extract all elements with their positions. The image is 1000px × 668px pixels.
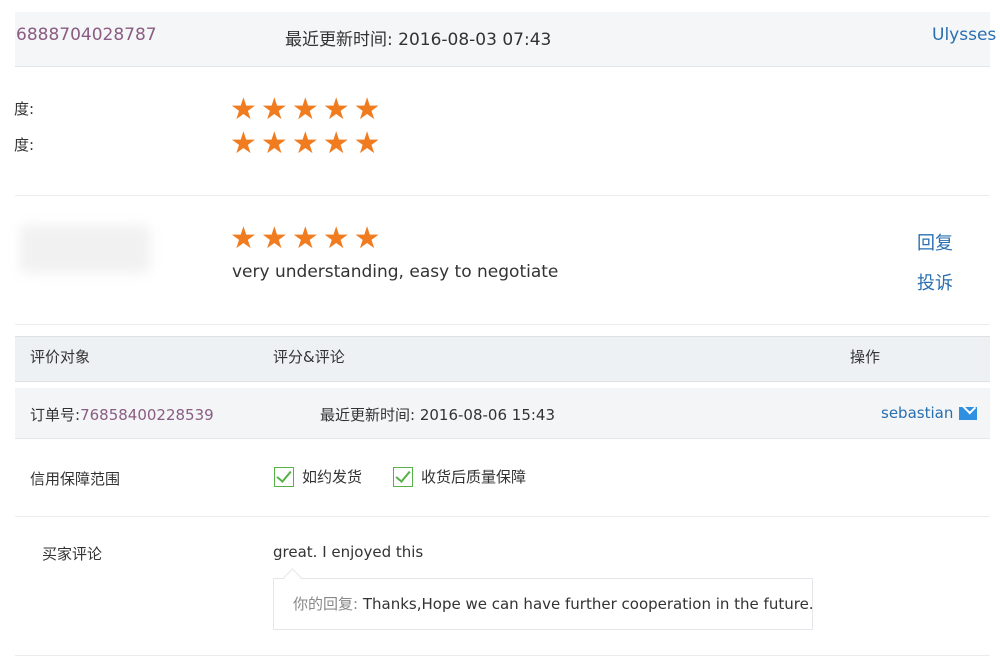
order-number: 订单号:76858400228539 [30,404,214,425]
seller-reply: 你的回复: Thanks,Hope we can have further co… [293,593,814,614]
column-header-target: 评价对象 [30,348,91,366]
last-updated-label: 最近更新时间: [285,30,393,50]
buyer-comment: great. I enjoyed this [273,543,424,561]
divider [15,655,990,656]
check-icon [274,466,294,487]
last-updated-value: 2016-08-03 07:43 [398,30,552,50]
divider [15,324,990,325]
column-header-rating: 评分&评论 [273,348,345,366]
guarantee-item-label: 收货后质量保障 [421,468,527,486]
star-icon: ★ [230,221,257,256]
star-icon: ★ [291,92,319,127]
column-header-actions: 操作 [850,348,881,366]
rating-label: 度: [14,136,35,154]
order-number-label: 订单号: [30,406,81,424]
reply-text: Thanks,Hope we can have further cooperat… [362,595,814,613]
last-updated-label: 最近更新时间: [320,406,416,424]
complain-link[interactable]: 投诉 [917,269,953,295]
guarantee-item: 收货后质量保障 [393,466,526,487]
star-icon: ★ [322,126,350,161]
check-icon [393,466,413,487]
star-rating: ★ ★ ★ ★ ★ [230,129,381,159]
buyer-contact[interactable]: sebastian [881,404,978,422]
buyer-name-link[interactable]: Ulysses [932,25,996,45]
divider [15,195,990,196]
guarantee-item: 如约发货 [274,466,362,487]
last-updated: 最近更新时间: 2016-08-03 07:43 [285,25,551,50]
reply-link[interactable]: 回复 [917,229,953,255]
star-icon: ★ [260,126,288,161]
star-rating: ★ ★ ★ ★ ★ [230,224,381,254]
star-icon: ★ [353,221,381,256]
star-rating: ★ ★ ★ ★ ★ [230,95,381,125]
star-icon: ★ [353,126,381,161]
blurred-buyer-info [20,225,150,273]
last-updated: 最近更新时间: 2016-08-06 15:43 [320,404,555,425]
star-icon: ★ [260,92,288,127]
guarantee-label: 信用保障范围 [30,470,121,488]
star-icon: ★ [230,126,257,161]
last-updated-value: 2016-08-06 15:43 [419,406,556,424]
feedback-comment: very understanding, easy to negotiate [232,262,559,282]
table-header [15,336,990,382]
buyer-comment-label: 买家评论 [42,545,103,563]
divider [15,516,990,517]
star-icon: ★ [291,126,319,161]
star-icon: ★ [260,221,288,256]
mail-icon[interactable] [959,407,978,420]
star-icon: ★ [322,221,350,256]
rating-label: 度: [14,100,35,118]
star-icon: ★ [353,92,381,127]
reply-prefix: 你的回复: [293,595,359,613]
order-number-value[interactable]: 76858400228539 [80,406,214,424]
order-number[interactable]: 6888704028787 [16,25,157,45]
star-icon: ★ [322,92,350,127]
star-icon: ★ [230,92,257,127]
guarantee-item-label: 如约发货 [302,468,363,486]
star-icon: ★ [291,221,319,256]
buyer-name-link[interactable]: sebastian [881,404,953,422]
